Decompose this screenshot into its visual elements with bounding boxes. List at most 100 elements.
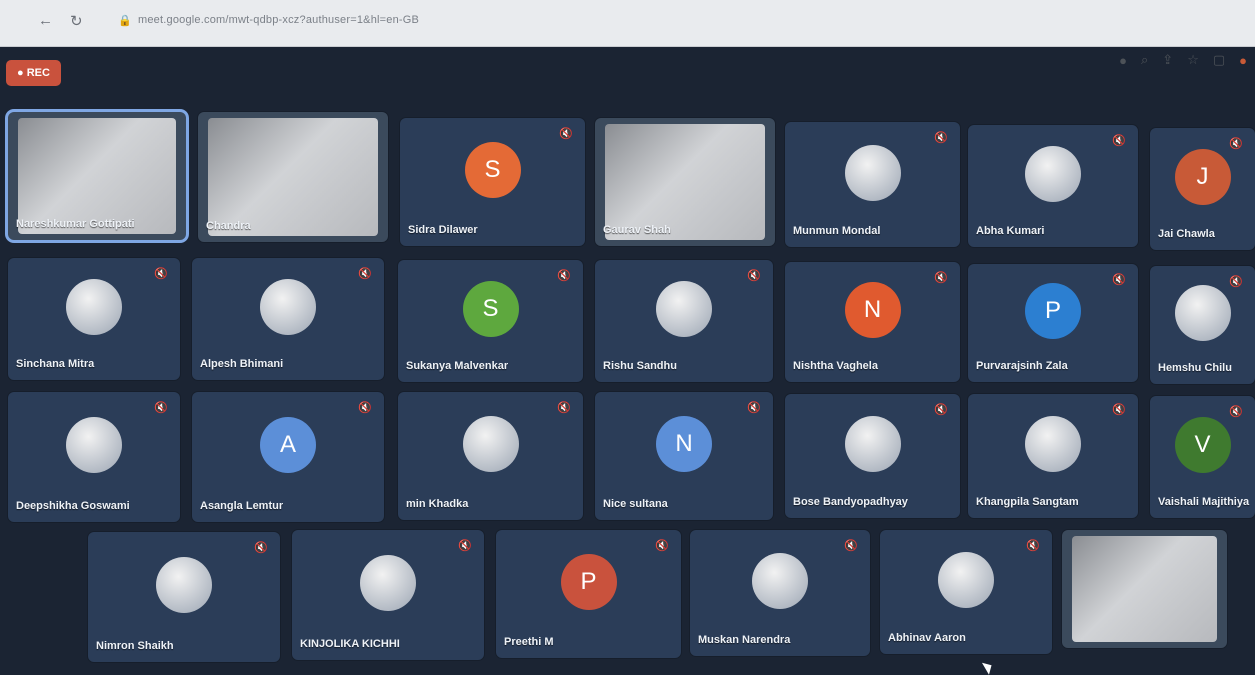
participant-avatar [752, 553, 808, 609]
mic-off-icon: 🔇 [557, 270, 571, 282]
participant-tile[interactable]: 🔇 Rishu Sandhu [595, 260, 773, 382]
back-icon[interactable]: ← [38, 12, 53, 29]
participant-video [18, 118, 176, 234]
participant-avatar [938, 552, 994, 608]
mic-off-icon: 🔇 [1112, 274, 1126, 286]
participant-name: Vaishali Majithiya [1158, 496, 1250, 508]
participant-name: min Khadka [406, 498, 469, 510]
reload-icon[interactable]: ↻ [70, 12, 83, 30]
participant-name: Nishtha Vaghela [793, 360, 878, 372]
participant-tile[interactable]: 🔇 Khangpila Sangtam [968, 394, 1138, 518]
camera-icon[interactable]: ● [1119, 53, 1127, 68]
participant-tile[interactable]: Nareshkumar Gottipati [8, 112, 186, 240]
participant-tile[interactable]: 🔇 Bose Bandyopadhyay [785, 394, 960, 518]
participant-tile[interactable]: 🔇 Abhinav Aaron [880, 530, 1052, 654]
participant-tile[interactable]: Gaurav Shah [595, 118, 775, 246]
browser-topbar: ← ↻ 🔒 meet.google.com/mwt-qdbp-xcz?authu… [0, 0, 1255, 47]
participant-tile[interactable]: 🔇 Alpesh Bhimani [192, 258, 384, 380]
participant-tile[interactable]: 🔇 Hemshu Chilu [1150, 266, 1255, 384]
mic-off-icon: 🔇 [747, 270, 761, 282]
participant-tile[interactable]: P 🔇 Preethi M [496, 530, 681, 658]
recording-badge: ● REC [6, 60, 61, 86]
mic-off-icon: 🔇 [934, 132, 948, 144]
participant-name: Purvarajsinh Zala [976, 360, 1068, 372]
participant-name: Deepshikha Goswami [16, 500, 130, 512]
participant-name: Abha Kumari [976, 225, 1045, 237]
mic-off-icon: 🔇 [1229, 276, 1243, 288]
participant-video [1072, 536, 1217, 642]
mic-off-icon: 🔇 [559, 128, 573, 140]
participant-video [605, 124, 765, 240]
mic-off-icon: 🔇 [358, 402, 372, 414]
mic-off-icon: 🔇 [1112, 404, 1126, 416]
participant-avatar [656, 281, 712, 337]
mic-off-icon: 🔇 [254, 542, 268, 554]
participant-avatar [1025, 146, 1081, 202]
participant-tile[interactable]: 🔇 Abha Kumari [968, 125, 1138, 247]
participant-tile[interactable]: S 🔇 Sukanya Malvenkar [398, 260, 583, 382]
mic-off-icon: 🔇 [1229, 138, 1243, 150]
participant-avatar [360, 555, 416, 611]
participant-name: Nice sultana [603, 498, 668, 510]
participant-tile[interactable]: S 🔇 Sidra Dilawer [400, 118, 585, 246]
participant-tile[interactable]: V 🔇 Vaishali Majithiya [1150, 396, 1255, 518]
participant-avatar: N [656, 416, 712, 472]
participant-tile[interactable]: A 🔇 Asangla Lemtur [192, 392, 384, 522]
participant-tile[interactable]: 🔇 min Khadka [398, 392, 583, 520]
participant-tile[interactable]: 🔇 KINJOLIKA KICHHI [292, 530, 484, 660]
participant-avatar [260, 279, 316, 335]
participant-name: Bose Bandyopadhyay [793, 496, 908, 508]
mic-off-icon: 🔇 [844, 540, 858, 552]
rec-dot-icon: ● [17, 67, 24, 79]
participant-tile[interactable]: P 🔇 Purvarajsinh Zala [968, 264, 1138, 382]
participant-avatar: N [844, 282, 901, 338]
participant-name: Sidra Dilawer [408, 224, 478, 236]
participant-tile[interactable]: 🔇 Deepshikha Goswami [8, 392, 180, 522]
mic-off-icon: 🔇 [458, 540, 472, 552]
mic-off-icon: 🔇 [1229, 406, 1243, 418]
participant-video [208, 118, 378, 236]
participant-avatar [844, 144, 901, 201]
participant-avatar [1025, 416, 1081, 472]
mic-off-icon: 🔇 [1026, 540, 1040, 552]
mouse-cursor-icon [981, 659, 996, 675]
participant-avatar: S [462, 281, 519, 337]
extension-icon[interactable]: ▢ [1213, 52, 1225, 68]
participant-tile[interactable]: Chandra [198, 112, 388, 242]
profile-icon[interactable]: ● [1239, 53, 1247, 68]
mic-off-icon: 🔇 [934, 272, 948, 284]
participant-avatar [462, 416, 519, 472]
participant-name: Alpesh Bhimani [200, 358, 284, 370]
participant-name: Sinchana Mitra [16, 358, 95, 370]
participant-name: Munmun Mondal [793, 225, 881, 237]
mic-off-icon: 🔇 [557, 402, 571, 414]
participant-name: Khangpila Sangtam [976, 496, 1079, 508]
share-icon[interactable]: ⇪ [1162, 52, 1173, 68]
mic-off-icon: 🔇 [934, 404, 948, 416]
participant-name: Preethi M [504, 636, 554, 648]
mic-off-icon: 🔇 [154, 268, 168, 280]
participant-tile[interactable]: 🔇 Muskan Narendra [690, 530, 870, 656]
mic-off-icon: 🔇 [1112, 135, 1126, 147]
participant-tile[interactable]: 🔇 Nimron Shaikh [88, 532, 280, 662]
participant-tile[interactable]: N 🔇 Nishtha Vaghela [785, 262, 960, 382]
mic-off-icon: 🔇 [358, 268, 372, 280]
participant-tile[interactable]: 🔇 Munmun Mondal [785, 122, 960, 247]
participant-tile[interactable]: J 🔇 Jai Chawla [1150, 128, 1255, 250]
lock-icon: 🔒 [118, 15, 132, 27]
participant-avatar [66, 279, 122, 335]
zoom-icon[interactable]: ⌕ [1141, 52, 1148, 68]
participant-avatar: J [1174, 149, 1231, 205]
participant-name: KINJOLIKA KICHHI [300, 638, 400, 650]
participant-tile[interactable] [1062, 530, 1227, 648]
star-icon[interactable]: ☆ [1187, 52, 1199, 68]
participant-tile[interactable]: 🔇 Sinchana Mitra [8, 258, 180, 380]
address-bar[interactable]: meet.google.com/mwt-qdbp-xcz?authuser=1&… [138, 14, 419, 26]
participant-name: Hemshu Chilu [1158, 362, 1232, 374]
mic-off-icon: 🔇 [154, 402, 168, 414]
mic-off-icon: 🔇 [655, 540, 669, 552]
participant-name: Nareshkumar Gottipati [16, 218, 135, 230]
rec-label: REC [26, 67, 50, 79]
participant-tile[interactable]: N 🔇 Nice sultana [595, 392, 773, 520]
mic-off-icon: 🔇 [747, 402, 761, 414]
